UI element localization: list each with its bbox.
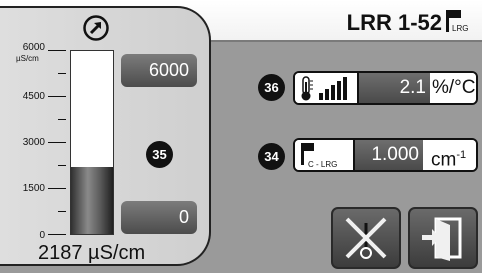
conductivity-bar-fill [71,167,113,234]
scale-tick-1500: 1500 [22,183,45,194]
lrg-flag-tag: LRG [452,24,468,33]
navigate-up-right-icon[interactable] [82,14,110,42]
cell-constant-value: 1.000 [355,140,423,170]
badge-35: 35 [146,141,173,168]
upper-limit-value[interactable]: 6000 [121,54,197,87]
crossed-bell-icon [345,217,387,259]
badge-36: 36 [258,74,285,101]
lrg-flag-icon: LRG [444,8,472,34]
scale-tick-0: 0 [39,230,45,241]
cell-constant-flag-icon: C - LRG [295,140,355,170]
scale-ticks [48,50,68,236]
cell-constant-unit-base: cm [431,149,457,171]
cell-constant-icon-label: C - LRG [308,160,337,169]
temperature-coefficient-row[interactable]: 2.1 %/°C [293,71,478,105]
scale-unit-label: µS/cm [16,54,39,63]
device-title: LRR 1-52 [346,10,442,35]
scale-tick-3000: 3000 [22,137,45,148]
cell-constant-unit: cm-1 [425,140,476,171]
disable-alarm-button[interactable] [331,207,401,269]
temperature-coefficient-unit: %/°C [432,73,476,103]
thermometer-signal-icon [295,73,359,103]
current-conductivity-reading: 2187 µS/cm [38,242,146,264]
cell-constant-row[interactable]: C - LRG 1.000 cm-1 [293,138,478,172]
temperature-coefficient-value: 2.1 [359,73,430,103]
badge-34: 34 [258,143,285,170]
exit-button[interactable] [408,207,478,269]
conductivity-bar [70,50,114,235]
scale-max-label: 6000 [22,42,45,53]
scale-tick-4500: 4500 [22,91,45,102]
lower-limit-value[interactable]: 0 [121,201,197,234]
exit-door-icon [422,217,462,261]
cell-constant-unit-exponent: -1 [456,149,467,161]
